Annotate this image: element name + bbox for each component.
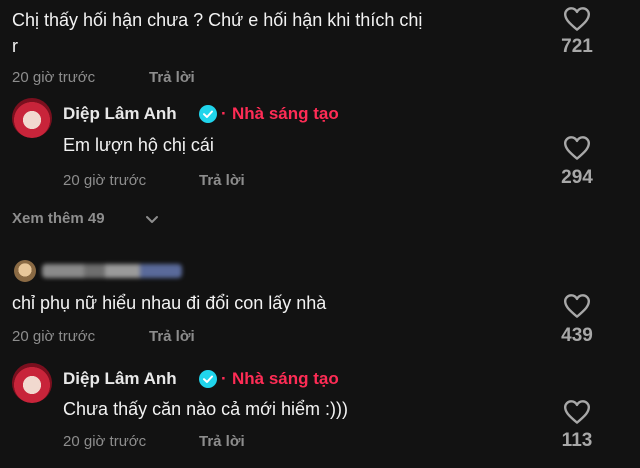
avatar[interactable] (14, 260, 36, 282)
comment-text: Chị thấy hối hận chưa ? Chứ e hối hận kh… (12, 10, 423, 30)
heart-icon[interactable] (562, 293, 592, 319)
reply-author[interactable]: Diệp Lâm Anh (63, 369, 177, 389)
heart-icon[interactable] (562, 135, 592, 161)
comment-text: chỉ phụ nữ hiểu nhau đi đổi con lấy nhà (12, 293, 327, 313)
like-count: 439 (561, 325, 593, 346)
heart-icon[interactable] (562, 6, 592, 32)
reply-button[interactable]: Trả lời (149, 328, 195, 345)
creator-badge: Nhà sáng tạo (232, 369, 339, 388)
verified-check-icon (199, 105, 217, 123)
reply-text: Chưa thấy căn nào cả mới hiểm :))) (63, 399, 348, 419)
creator-badge: Nhà sáng tạo (232, 104, 339, 123)
reply-time: 20 giờ trước (63, 433, 147, 450)
reply-time: 20 giờ trước (63, 172, 147, 189)
creator-badge-dot: · (221, 104, 227, 123)
avatar[interactable] (12, 363, 52, 403)
see-more-replies[interactable]: Xem thêm 49 (12, 210, 105, 227)
comment-text-continued: r (12, 36, 18, 56)
like-count: 113 (561, 430, 593, 451)
reply-author[interactable]: Diệp Lâm Anh (63, 104, 177, 124)
reply-button[interactable]: Trả lời (149, 69, 195, 86)
reply-text: Em lượn hộ chị cái (63, 135, 214, 155)
comment-time: 20 giờ trước (12, 69, 96, 86)
heart-icon[interactable] (562, 399, 592, 425)
reply-button[interactable]: Trả lời (199, 433, 245, 450)
creator-badge-dot: · (221, 369, 227, 388)
like-count: 294 (561, 167, 593, 188)
avatar[interactable] (12, 98, 52, 138)
author-name-blurred (42, 264, 182, 278)
reply-button[interactable]: Trả lời (199, 172, 245, 189)
comment-time: 20 giờ trước (12, 328, 96, 345)
like-count: 721 (561, 36, 593, 57)
chevron-down-icon[interactable] (145, 213, 159, 225)
verified-check-icon (199, 370, 217, 388)
